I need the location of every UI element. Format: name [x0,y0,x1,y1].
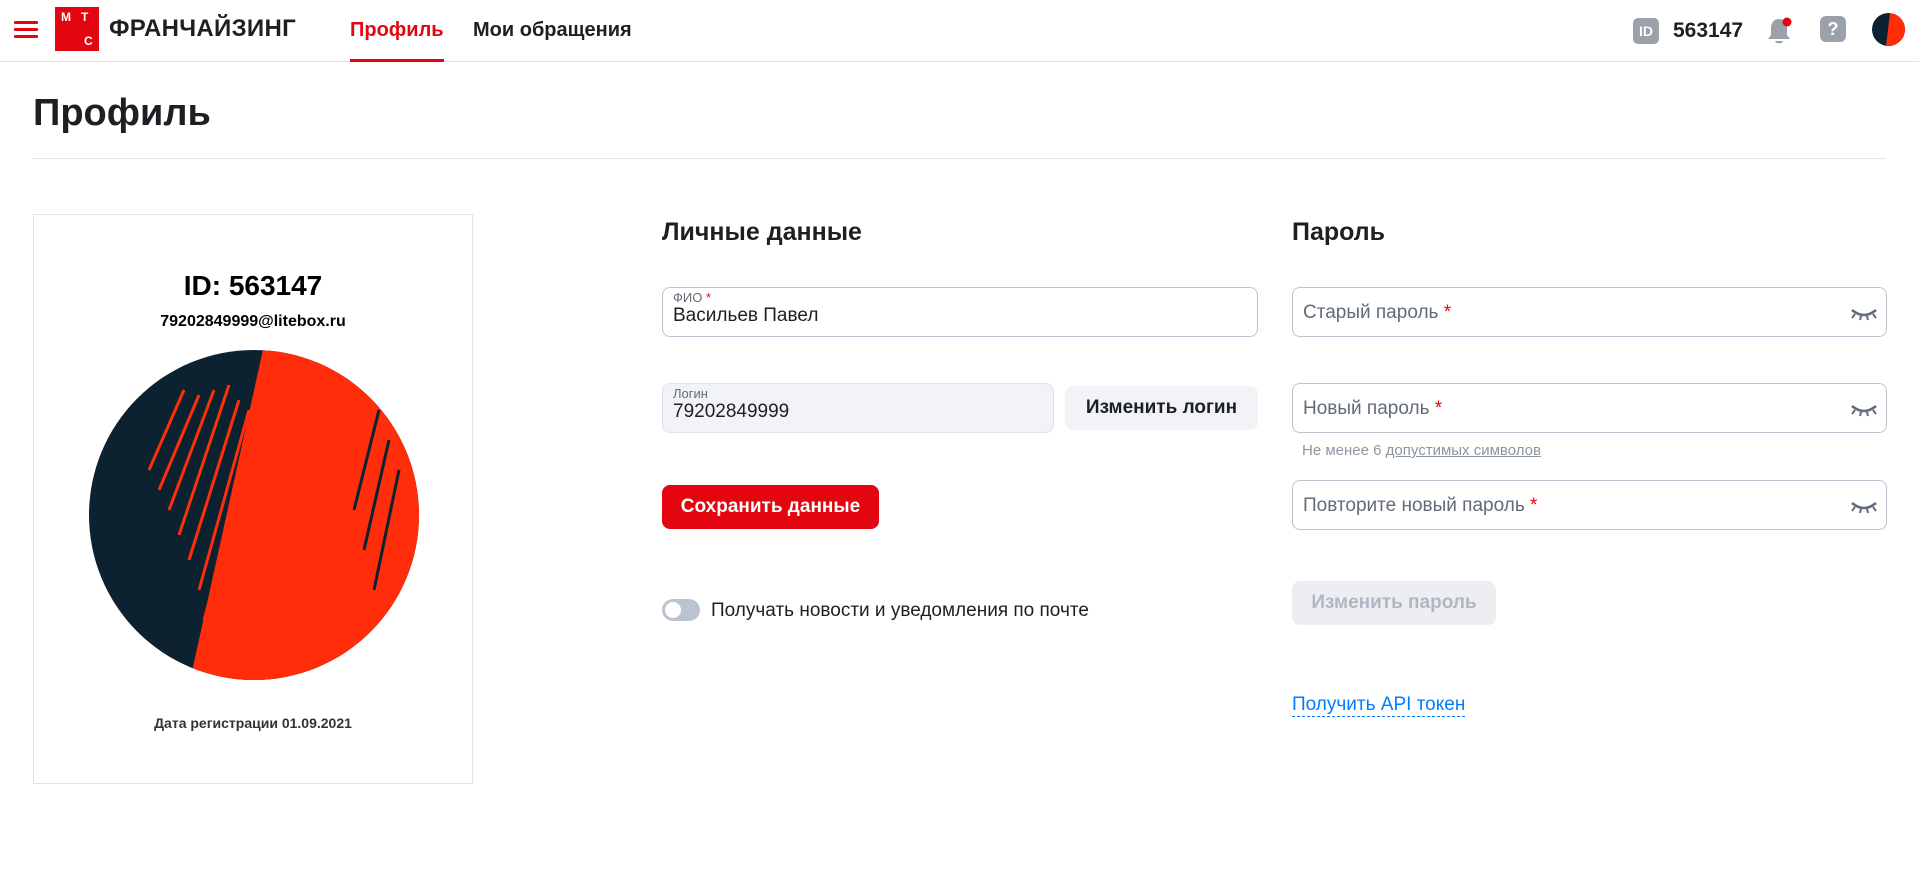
repeat-password-field[interactable]: Повторите новый пароль * [1292,480,1887,530]
get-api-token-link[interactable]: Получить API токен [1292,694,1466,717]
eye-closed-icon[interactable] [1850,499,1878,515]
fio-label: ФИО * [673,290,712,305]
change-login-button[interactable]: Изменить логин [1065,386,1258,430]
tab-my-requests[interactable]: Мои обращения [473,19,632,62]
menu-icon[interactable] [14,21,38,39]
password-heading: Пароль [1292,218,1386,246]
registration-date: Дата регистрации 01.09.2021 [154,715,352,731]
login-value: 79202849999 [673,401,790,422]
id-icon: ID [1633,18,1659,44]
logo-letter-s: С [84,34,93,48]
login-label: Логин [673,386,708,401]
allowed-symbols-link[interactable]: допустимых символов [1386,442,1541,459]
logo-letter-t: Т [81,10,89,24]
top-header: М Т С ФРАНЧАЙЗИНГ Профиль Мои обращения … [0,0,1919,62]
new-password-placeholder: Новый пароль * [1303,398,1443,419]
new-password-field[interactable]: Новый пароль * [1292,383,1887,433]
save-data-button[interactable]: Сохранить данные [662,485,879,529]
page-title: Профиль [33,92,211,134]
news-toggle-label: Получать новости и уведомления по почте [711,600,1089,621]
repeat-password-placeholder: Повторите новый пароль * [1303,495,1538,516]
old-password-field[interactable]: Старый пароль * [1292,287,1887,337]
news-toggle[interactable] [662,599,700,621]
fio-value: Васильев Павел [673,305,819,326]
login-field: Логин 79202849999 [662,383,1054,433]
logo-letter-m: М [61,10,71,24]
change-password-button[interactable]: Изменить пароль [1292,581,1496,625]
password-hint: Не менее 6 допустимых символов [1302,442,1541,459]
tab-profile[interactable]: Профиль [350,19,444,62]
old-password-placeholder: Старый пароль * [1303,302,1452,323]
avatar[interactable] [1872,13,1905,46]
help-icon[interactable]: ? [1820,16,1846,42]
profile-card: ID: 563147 79202849999@litebox.ru Дата р… [33,214,473,784]
brand-name[interactable]: ФРАНЧАЙЗИНГ [109,15,296,43]
personal-data-heading: Личные данные [662,218,862,246]
bell-icon[interactable] [1764,15,1794,47]
mts-logo[interactable]: М Т С [55,7,99,51]
profile-avatar[interactable] [89,350,419,680]
title-divider [33,158,1886,159]
fio-field[interactable]: ФИО * Васильев Павел [662,287,1258,337]
eye-closed-icon[interactable] [1850,306,1878,322]
profile-id: ID: 563147 [183,270,323,301]
header-user-id: 563147 [1673,19,1744,42]
profile-email: 79202849999@litebox.ru [160,313,346,330]
eye-closed-icon[interactable] [1850,402,1878,418]
